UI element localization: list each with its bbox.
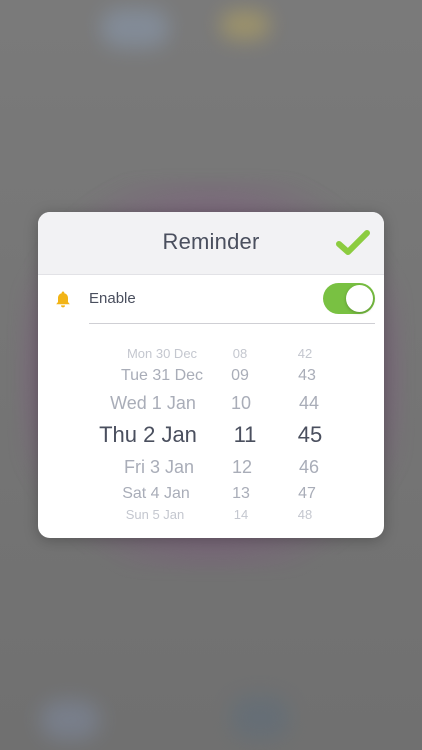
picker-hour-item[interactable]: 12	[225, 457, 259, 478]
picker-day-item-selected[interactable]: Thu 2 Jan	[78, 422, 218, 448]
picker-day-item[interactable]: Sun 5 Jan	[82, 507, 228, 522]
background-blur-shape	[230, 695, 290, 740]
picker-minute-item[interactable]: 46	[292, 457, 326, 478]
picker-day-item[interactable]: Sat 4 Jan	[82, 485, 230, 503]
picker-day-item[interactable]: Tue 31 Dec	[88, 367, 236, 385]
dialog-header: Reminder	[38, 212, 384, 275]
checkmark-icon[interactable]	[336, 229, 370, 257]
picker-minute-item[interactable]: 44	[292, 393, 326, 414]
picker-hour-item[interactable]: 14	[224, 507, 258, 522]
picker-minute-item[interactable]: 48	[288, 507, 322, 522]
picker-day-item[interactable]: Mon 30 Dec	[88, 346, 236, 361]
divider	[89, 323, 375, 324]
picker-hour-item[interactable]: 08	[223, 346, 257, 361]
background-blur-shape	[100, 8, 170, 48]
picker-minute-item[interactable]: 47	[290, 485, 324, 503]
picker-minute-item[interactable]: 42	[288, 346, 322, 361]
reminder-dialog: Reminder Enable Mon 30 Dec Tue 31 Dec We…	[38, 212, 384, 538]
picker-minute-item[interactable]: 43	[290, 367, 324, 385]
background-blur-shape	[40, 700, 100, 740]
picker-hour-item[interactable]: 13	[224, 485, 258, 503]
toggle-knob	[346, 285, 373, 312]
enable-label: Enable	[89, 290, 136, 307]
picker-hour-item[interactable]: 10	[224, 393, 258, 414]
picker-day-item[interactable]: Wed 1 Jan	[78, 393, 228, 414]
date-time-picker[interactable]: Mon 30 Dec Tue 31 Dec Wed 1 Jan Thu 2 Ja…	[38, 342, 384, 524]
dialog-title: Reminder	[162, 229, 260, 254]
bell-icon	[56, 291, 70, 308]
picker-minute-item-selected[interactable]: 45	[293, 422, 327, 448]
background-blur-shape	[220, 10, 270, 40]
picker-day-item[interactable]: Fri 3 Jan	[84, 457, 234, 478]
picker-hour-item-selected[interactable]: 11	[228, 422, 262, 448]
enable-row: Enable	[38, 274, 384, 324]
picker-hour-item[interactable]: 09	[223, 367, 257, 385]
enable-toggle[interactable]	[323, 283, 375, 314]
